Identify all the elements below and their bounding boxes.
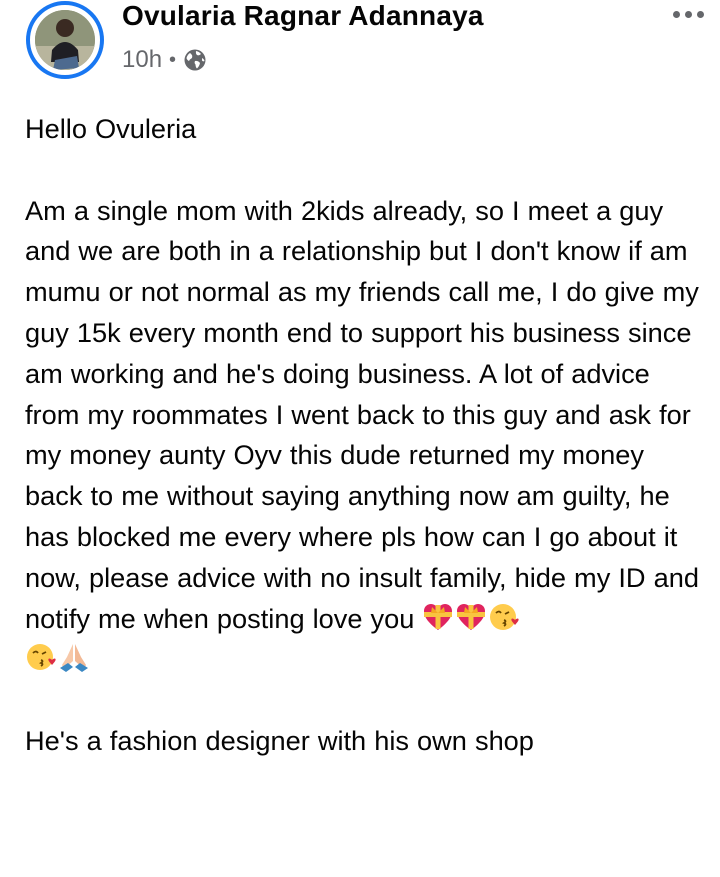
more-options-button[interactable] [666, 2, 710, 26]
post-text: Hello Ovuleria Am a single mom with 2kid… [25, 109, 700, 762]
post-postscript: He's a fashion designer with his own sho… [25, 724, 534, 756]
face-blowing-kiss-emoji [25, 641, 57, 673]
meta-separator: • [169, 48, 177, 71]
author-name[interactable]: Ovularia Ragnar Adannaya [122, 0, 484, 32]
post-greeting: Hello Ovuleria [25, 113, 197, 144]
globe-icon[interactable] [183, 48, 207, 72]
heart-with-ribbon-emoji [455, 601, 487, 633]
face-blowing-kiss-emoji [488, 601, 520, 633]
post-message: Am a single mom with 2kids already, so I… [25, 191, 700, 681]
post-header: Ovularia Ragnar Adannaya 10h • [0, 0, 720, 90]
heart-with-ribbon-emoji [422, 601, 454, 633]
post-message-text: Am a single mom with 2kids already, so I… [25, 194, 699, 634]
avatar[interactable] [26, 1, 104, 79]
post-meta: 10h • [122, 44, 207, 76]
profile-photo [35, 10, 95, 70]
post-timestamp[interactable]: 10h [122, 46, 162, 74]
more-dots-icon [672, 10, 680, 18]
folded-hands-emoji [58, 641, 90, 673]
